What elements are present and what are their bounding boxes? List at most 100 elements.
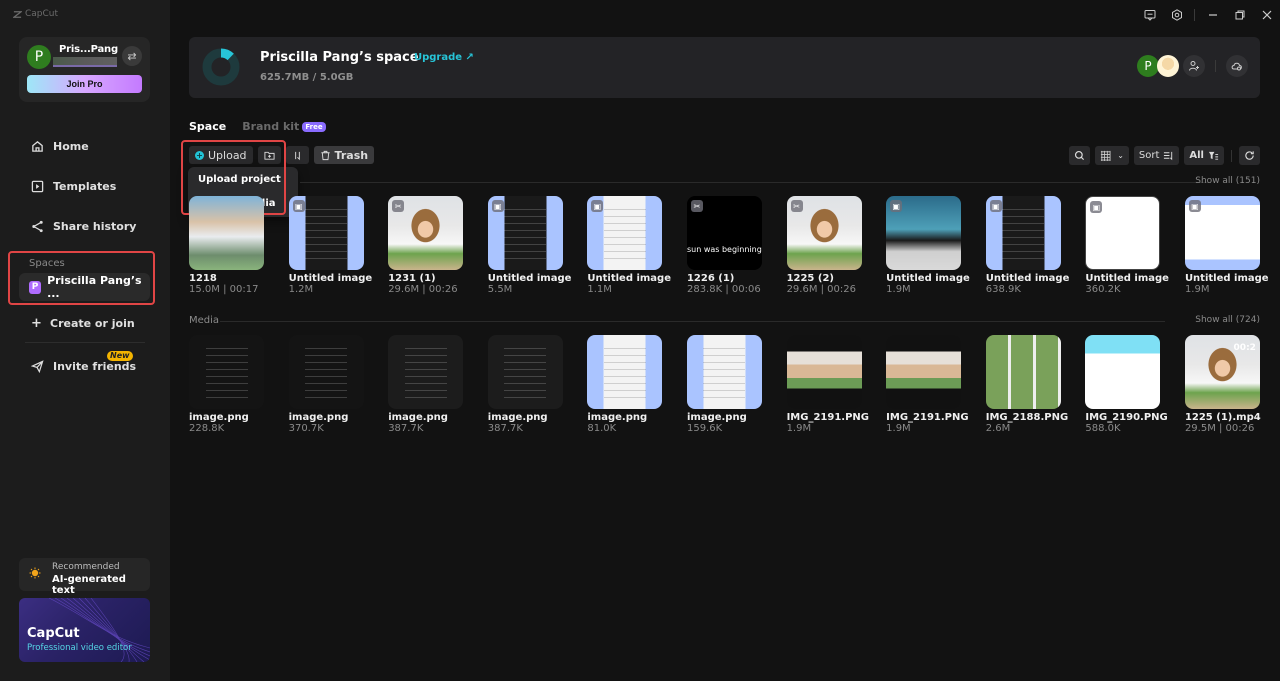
new-folder-button[interactable] [257,146,281,164]
project-card[interactable]: ▣ Untitled image 1.9M [886,196,970,295]
media-meta: 2.6M [985,423,1011,434]
invite-friends-button[interactable]: Invite friends [31,360,136,373]
project-thumbnail: ✂ [388,196,464,270]
thumbnail-content [603,203,646,263]
menu-item-upload-project[interactable]: Upload project [198,174,281,185]
media-divider [220,321,1165,322]
media-card[interactable]: image.png 159.6K [686,335,762,434]
media-card[interactable]: IMG_2188.PNG 2.6M [985,335,1068,434]
plus-icon: + [31,316,42,331]
sidebar-divider [25,342,145,343]
upgrade-link[interactable]: Upgrade ↗ [414,52,474,63]
promo-banner[interactable]: CapCut Professional video editor [19,598,150,662]
video-project-icon: ✂ [790,200,803,212]
cloud-settings-button[interactable] [1226,55,1248,77]
member-avatar[interactable]: P [1137,55,1159,77]
toolbar-left: + Upload Trash [189,146,375,164]
spaces-heading: Spaces [29,258,65,269]
project-meta: 638.9K [985,284,1021,295]
media-show-all-link[interactable]: Show all (724) [1195,315,1260,325]
media-meta: 159.6K [686,423,723,434]
media-meta: 228.8K [189,423,225,434]
media-card[interactable]: IMG_2191.PNG 1.9M [886,335,969,434]
projects-grid: 1218 15.0M | 00:17 ▣ Untitled image 1.2M ✂ 123… [189,196,1269,295]
project-card[interactable]: ✂ 1231 (1) 29.6M | 00:26 [388,196,464,295]
filter-button[interactable]: All [1184,146,1224,165]
media-thumbnail [189,335,264,409]
sidebar-item-share-history[interactable]: Share history [31,220,136,233]
video-project-icon: ✂ [392,200,405,212]
add-member-button[interactable] [1183,55,1205,77]
media-card[interactable]: image.png 387.7K [388,335,464,434]
project-name: 1218 [189,273,217,284]
media-meta: 370.7K [288,423,324,434]
project-meta: 15.0M | 00:17 [189,284,259,295]
project-card[interactable]: 1218 15.0M | 00:17 [189,196,264,295]
image-project-icon: ▣ [591,200,604,212]
media-card[interactable]: image.png 228.8K [189,335,264,434]
media-card[interactable]: image.png 370.7K [288,335,364,434]
upload-button[interactable]: + Upload [189,146,253,164]
project-card[interactable]: ▣ Untitled image 1.2M [288,196,372,295]
recommended-card[interactable]: Recommended AI-generated text [19,558,150,596]
project-thumbnail: ▣ [587,196,663,270]
project-card[interactable]: ▣ Untitled image 5.5M [487,196,571,295]
project-name: 1225 (2) [786,273,834,284]
sidebar-item-templates[interactable]: Templates [31,180,116,193]
tab-space[interactable]: Space [189,120,226,133]
close-button[interactable] [1253,7,1280,23]
upload-plus-icon: + [195,150,204,160]
view-mode-button[interactable]: ⌄ [1095,146,1129,165]
media-card[interactable]: IMG_2191.PNG 1.9M [786,335,869,434]
media-card[interactable]: image.png 81.0K [587,335,663,434]
tab-brand-kit[interactable]: Brand kit Free [242,120,326,133]
avatar[interactable]: P [27,45,51,69]
chevron-down-icon: ⌄ [1117,151,1124,160]
space-badge: P [29,280,42,294]
thumbnail-content [504,342,547,402]
trash-button[interactable]: Trash [313,146,375,164]
sort-order-button[interactable] [285,146,309,164]
member-avatar-photo[interactable] [1157,55,1179,77]
feedback-button[interactable] [1136,7,1163,23]
projects-show-all-link[interactable]: Show all (151) [1195,176,1260,186]
switch-account-button[interactable]: ⇄ [122,46,142,66]
media-meta: 1.9M [786,423,812,434]
sort-button[interactable]: Sort [1133,146,1180,165]
search-button[interactable] [1069,146,1091,165]
restore-button[interactable] [1226,7,1253,23]
home-icon [32,141,43,152]
project-thumbnail: ▣ [487,196,563,270]
image-project-icon: ▣ [1090,201,1103,213]
media-name: image.png [587,412,648,423]
media-meta: 29.5M | 00:26 [1184,423,1255,434]
project-card[interactable]: ▣ Untitled image 1.9M [1184,196,1269,295]
create-or-join-button[interactable]: + Create or join [31,316,135,331]
filter-label: All [1189,150,1204,161]
project-card[interactable]: ▣ Untitled image 1.1M [587,196,671,295]
thumbnail-content [703,342,746,402]
media-card[interactable]: image.png 387.7K [487,335,563,434]
profile-name: Pris...Pang [59,44,118,55]
project-name: Untitled image [886,273,970,284]
media-name: IMG_2191.PNG [786,412,869,423]
settings-button[interactable] [1163,7,1190,23]
media-thumbnail: 00:2 [1184,335,1260,409]
project-card[interactable]: sun was beginning t ✂ 1226 (1) 283.8K | 00:… [686,196,762,295]
project-thumbnail: ▣ [288,196,364,270]
join-pro-button[interactable]: Join Pro [27,75,142,93]
project-card[interactable]: ▣ Untitled image 638.9K [985,196,1069,295]
media-thumbnail [388,335,464,409]
project-card[interactable]: ✂ 1225 (2) 29.6M | 00:26 [786,196,862,295]
project-thumbnail: ✂ [786,196,862,270]
sidebar-item-home[interactable]: Home [31,140,89,153]
add-user-icon [1189,61,1199,71]
project-card[interactable]: ▣ Untitled image 360.2K [1085,196,1169,295]
refresh-button[interactable] [1239,146,1260,165]
media-card[interactable]: 00:2 1225 (1).mp4 29.5M | 00:26 [1184,335,1261,434]
media-card[interactable]: IMG_2190.PNG 588.0K [1085,335,1168,434]
minimize-button[interactable] [1199,7,1226,23]
refresh-icon [1245,151,1254,160]
sidebar-item-space[interactable]: P Priscilla Pang’s ... [19,273,150,301]
media-thumbnail [886,335,962,409]
